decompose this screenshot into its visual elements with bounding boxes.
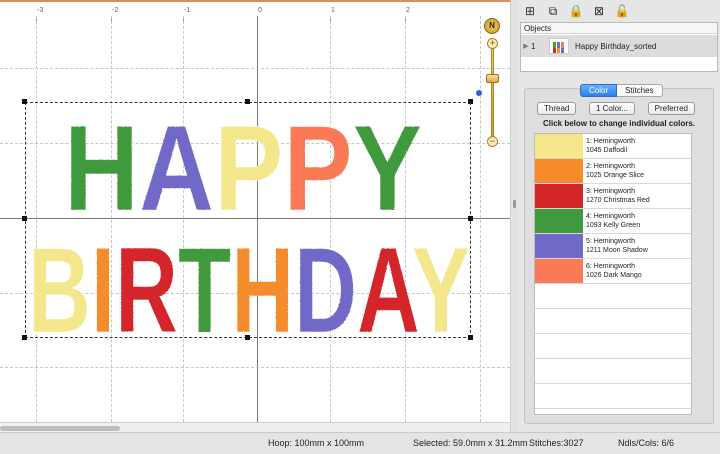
resize-handle-left[interactable] (22, 216, 27, 221)
preferred-button[interactable]: Preferred (647, 102, 695, 115)
color-thread-name: 1270 Christmas Red (586, 197, 650, 204)
object-row[interactable]: ▶ 1 Happy Birthday_sorted (521, 35, 717, 57)
stitch-count: Stitches:3027 (529, 438, 584, 448)
color-list[interactable]: 1: Hemingworth 1045 Daffodil 2: Hemingwor… (534, 133, 692, 415)
compass-icon[interactable]: N (484, 18, 500, 34)
color-row[interactable]: 5: Hemingworth 1211 Moon Shadow (535, 234, 691, 259)
object-toolbar: ⊞ ⧉ 🔒 ⊠ 🔓 (522, 3, 630, 21)
color-thread-brand: 5: Hemingworth (586, 238, 636, 245)
one-color-button[interactable]: 1 Color... (588, 102, 635, 115)
panel-tabs: Color Stitches (580, 84, 663, 97)
empty-color-row (535, 284, 691, 309)
color-hint: Click below to change individual colors. (542, 119, 696, 128)
color-thread-brand: 2: Hemingworth (586, 163, 636, 170)
splitter-grip-icon[interactable] (513, 200, 516, 208)
zoom-control[interactable]: N + − (482, 16, 504, 151)
color-swatch[interactable] (535, 234, 583, 258)
hoop-size: Hoop: 100mm x 100mm (268, 438, 365, 448)
tab-stitches[interactable]: Stitches (617, 84, 663, 97)
unlock-icon[interactable]: 🔓 (614, 3, 630, 19)
color-thread-name: 1211 Moon Shadow (586, 247, 648, 254)
color-thread-brand: 6: Hemingworth (586, 263, 636, 270)
zoom-slider-thumb[interactable] (486, 74, 499, 83)
thread-button[interactable]: Thread (537, 102, 577, 115)
zoom-in-button[interactable]: + (487, 38, 498, 49)
group-icon[interactable]: ⊞ (522, 3, 538, 19)
zoom-track[interactable] (491, 44, 494, 140)
design-canvas[interactable]: -3 -2 -1 0 1 2 HAPPY BIRTHDAY N + − (0, 0, 510, 432)
empty-color-row (535, 359, 691, 384)
resize-handle-top-left[interactable] (22, 99, 27, 104)
delete-icon[interactable]: ⊠ (591, 3, 607, 19)
needles-colors: Ndls/Cols: 6/6 (618, 438, 675, 448)
lock-icon[interactable]: 🔒 (568, 3, 584, 19)
resize-handle-right[interactable] (468, 216, 473, 221)
horizontal-scrollbar[interactable] (0, 422, 510, 432)
color-swatch[interactable] (535, 259, 583, 283)
ungroup-icon[interactable]: ⧉ (545, 3, 561, 19)
empty-color-row (535, 384, 691, 409)
resize-handle-bottom-left[interactable] (22, 335, 27, 340)
empty-color-row (535, 334, 691, 359)
color-panel: Color Stitches Thread 1 Color... Preferr… (524, 84, 714, 424)
panel-splitter[interactable] (510, 0, 518, 432)
color-row[interactable]: 2: Hemingworth 1025 Orange Slice (535, 159, 691, 184)
color-thread-brand: 3: Hemingworth (586, 188, 636, 195)
object-index: 1 (531, 41, 536, 51)
object-name: Happy Birthday_sorted (575, 41, 657, 51)
objects-header: Objects (521, 23, 717, 34)
color-row[interactable]: 1: Hemingworth 1045 Daffodil (535, 134, 691, 159)
color-thread-name: 1026 Dark Mango (586, 272, 642, 279)
color-swatch[interactable] (535, 134, 583, 158)
color-thread-brand: 4: Hemingworth (586, 213, 636, 220)
objects-panel: Objects ▶ 1 Happy Birthday_sorted (520, 22, 718, 72)
tab-color[interactable]: Color (580, 84, 618, 97)
color-row[interactable]: 6: Hemingworth 1026 Dark Mango (535, 259, 691, 284)
color-swatch[interactable] (535, 209, 583, 233)
resize-handle-bottom-right[interactable] (468, 335, 473, 340)
selection-size: Selected: 59.0mm x 31.2mm (413, 438, 528, 448)
color-thread-name: 1025 Orange Slice (586, 172, 644, 179)
resize-handle-top-right[interactable] (468, 99, 473, 104)
color-thread-name: 1093 Kelly Green (586, 222, 641, 229)
color-row[interactable]: 4: Hemingworth 1093 Kelly Green (535, 209, 691, 234)
color-swatch[interactable] (535, 159, 583, 183)
color-thread-brand: 1: Hemingworth (586, 138, 636, 145)
color-thread-name: 1045 Daffodil (586, 147, 628, 154)
zoom-out-button[interactable]: − (487, 136, 498, 147)
status-bar: Hoop: 100mm x 100mm Selected: 59.0mm x 3… (0, 432, 720, 454)
object-thumbnail (549, 38, 569, 54)
expand-triangle-icon[interactable]: ▶ (521, 42, 531, 50)
selection-box[interactable] (25, 102, 471, 338)
resize-handle-top[interactable] (245, 99, 250, 104)
empty-color-row (535, 309, 691, 334)
color-button-row: Thread 1 Color... Preferred (537, 102, 695, 115)
horizontal-scroll-thumb[interactable] (0, 426, 120, 431)
color-row[interactable]: 3: Hemingworth 1270 Christmas Red (535, 184, 691, 209)
color-swatch[interactable] (535, 184, 583, 208)
right-panel: ⊞ ⧉ 🔒 ⊠ 🔓 Objects ▶ 1 Happy Birthday_sor… (518, 0, 720, 432)
resize-handle-bottom[interactable] (245, 335, 250, 340)
